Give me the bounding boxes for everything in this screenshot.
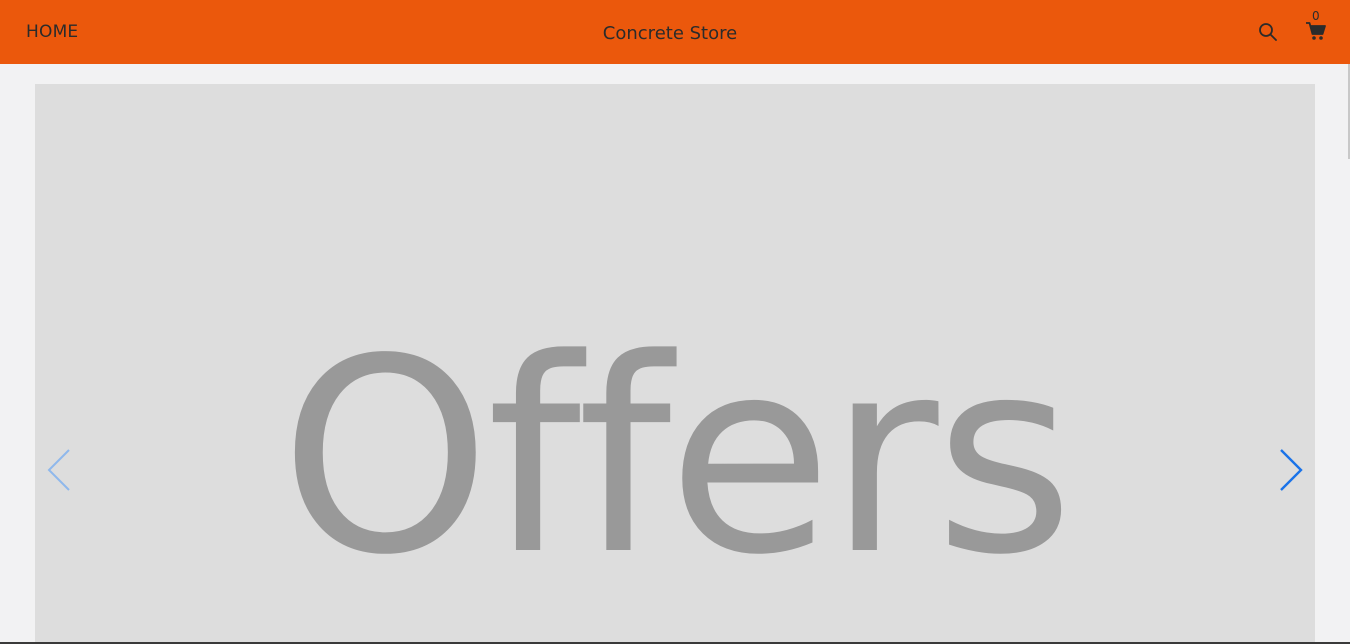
cart-button[interactable] [1305,20,1327,42]
carousel-next-button[interactable] [1275,446,1305,494]
slide-banner-text: Offers [279,302,1074,614]
store-title: Concrete Store [602,23,738,44]
search-button[interactable] [1258,22,1278,42]
cart-icon [1306,22,1326,40]
search-icon [1259,23,1277,41]
chevron-right-icon [1280,449,1303,491]
offers-carousel: Offers [35,84,1315,644]
site-header: HOME Concrete Store 0 [0,0,1350,64]
carousel-prev-button[interactable] [45,446,75,494]
chevron-left-icon [47,449,70,491]
